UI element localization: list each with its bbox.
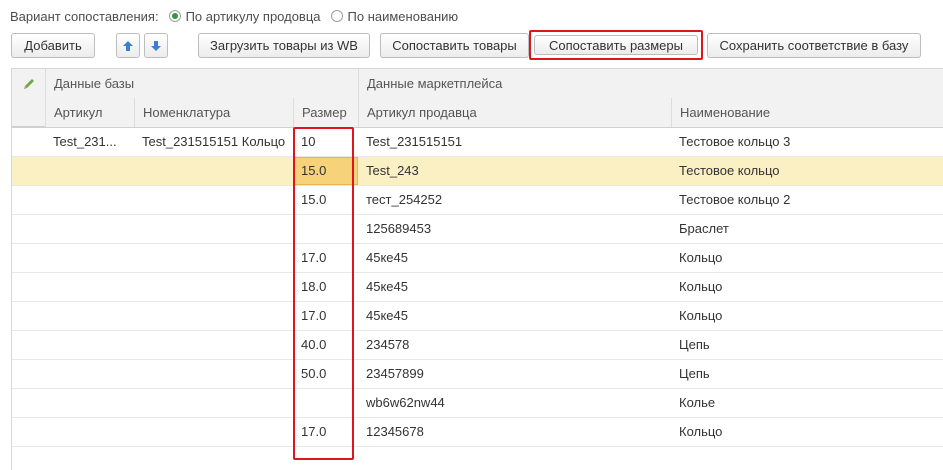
table-row[interactable]: Test_231... Test_231515151 Кольцо 10 Test_2… <box>12 128 943 157</box>
column-header-seller-article[interactable]: Артикул продавца <box>358 98 671 127</box>
cell-article[interactable] <box>45 186 134 214</box>
cell-article[interactable] <box>45 331 134 359</box>
cell-article[interactable]: Test_231... <box>45 128 134 156</box>
radio-by-name[interactable]: По наименованию <box>330 8 459 24</box>
arrow-up-icon <box>123 40 133 51</box>
cell-nomenclature[interactable] <box>134 302 293 330</box>
column-header-size[interactable]: Размер <box>293 98 358 127</box>
cell-nomenclature[interactable] <box>134 215 293 243</box>
column-header-row: Артикул Номенклатура Размер Артикул прод… <box>12 98 943 128</box>
match-goods-button[interactable]: Сопоставить товары <box>380 33 529 58</box>
cell-name[interactable]: Кольцо <box>671 302 943 330</box>
table-body: Test_231... Test_231515151 Кольцо 10 Test_2… <box>12 128 943 447</box>
cell-seller-article[interactable]: Test_243 <box>358 157 671 185</box>
cell-size[interactable]: 50.0 <box>293 360 358 388</box>
match-variant-group: Вариант сопоставления: По артикулу продо… <box>10 7 458 25</box>
radio-by-article-label: По артикулу продовца <box>185 8 321 24</box>
table-row[interactable]: 40.0 234578 Цепь <box>12 331 943 360</box>
cell-size[interactable]: 17.0 <box>293 244 358 272</box>
group-header-row: Данные базы Данные маркетплейса <box>12 69 943 99</box>
cell-name[interactable]: Браслет <box>671 215 943 243</box>
cell-nomenclature[interactable] <box>134 389 293 417</box>
cell-seller-article[interactable]: 45ке45 <box>358 244 671 272</box>
cell-size[interactable]: 17.0 <box>293 302 358 330</box>
cell-seller-article[interactable]: тест_254252 <box>358 186 671 214</box>
cell-name[interactable]: Тестовое кольцо 3 <box>671 128 943 156</box>
cell-name[interactable]: Колье <box>671 389 943 417</box>
column-header-name[interactable]: Наименование <box>671 98 943 127</box>
edit-column-header <box>12 69 45 127</box>
column-header-article[interactable]: Артикул <box>45 98 134 127</box>
table-row[interactable]: 17.0 45ке45 Кольцо <box>12 302 943 331</box>
cell-size[interactable] <box>293 215 358 243</box>
cell-article[interactable] <box>45 157 134 185</box>
save-match-button[interactable]: Сохранить соответствие в базу <box>707 33 921 58</box>
table-row[interactable]: 15.0 тест_254252 Тестовое кольцо 2 <box>12 186 943 215</box>
cell-size[interactable]: 10 <box>293 128 358 156</box>
load-wb-goods-button[interactable]: Загрузить товары из WB <box>198 33 370 58</box>
cell-name[interactable]: Кольцо <box>671 244 943 272</box>
table-row[interactable]: 17.0 45ке45 Кольцо <box>12 244 943 273</box>
table-row[interactable]: 125689453 Браслет <box>12 215 943 244</box>
cell-article[interactable] <box>45 215 134 243</box>
radio-button-checked[interactable] <box>168 10 181 22</box>
cell-seller-article[interactable]: Test_231515151 <box>358 128 671 156</box>
match-variant-label: Вариант сопоставления: <box>10 8 159 24</box>
cell-name[interactable]: Кольцо <box>671 273 943 301</box>
move-up-button[interactable] <box>116 33 140 58</box>
table-row[interactable]: 15.0 Test_243 Тестовое кольцо <box>12 157 943 186</box>
radio-by-article[interactable]: По артикулу продовца <box>168 8 321 24</box>
cell-seller-article[interactable]: 234578 <box>358 331 671 359</box>
table-row[interactable]: 17.0 12345678 Кольцо <box>12 418 943 447</box>
cell-size[interactable]: 18.0 <box>293 273 358 301</box>
cell-seller-article[interactable]: 23457899 <box>358 360 671 388</box>
cell-article[interactable] <box>45 273 134 301</box>
group-header-marketplace: Данные маркетплейса <box>358 69 943 98</box>
cell-nomenclature[interactable] <box>134 157 293 185</box>
cell-seller-article[interactable]: 45ке45 <box>358 273 671 301</box>
match-sizes-button[interactable]: Сопоставить размеры <box>534 35 698 55</box>
table-row[interactable]: 50.0 23457899 Цепь <box>12 360 943 389</box>
cell-article[interactable] <box>45 389 134 417</box>
cell-size[interactable]: 15.0 <box>293 157 358 185</box>
match-sizes-highlight: Сопоставить размеры <box>529 30 703 60</box>
cell-article[interactable] <box>45 244 134 272</box>
cell-size[interactable]: 40.0 <box>293 331 358 359</box>
cell-nomenclature[interactable] <box>134 331 293 359</box>
cell-seller-article[interactable]: 45ке45 <box>358 302 671 330</box>
cell-nomenclature[interactable] <box>134 273 293 301</box>
table-row[interactable]: 18.0 45ке45 Кольцо <box>12 273 943 302</box>
cell-name[interactable]: Цепь <box>671 360 943 388</box>
matching-table: Данные базы Данные маркетплейса Артикул … <box>11 68 943 470</box>
cell-size[interactable]: 15.0 <box>293 186 358 214</box>
cell-nomenclature[interactable] <box>134 186 293 214</box>
cell-nomenclature[interactable] <box>134 418 293 446</box>
arrow-down-icon <box>151 40 161 51</box>
cell-article[interactable] <box>45 418 134 446</box>
cell-name[interactable]: Тестовое кольцо 2 <box>671 186 943 214</box>
column-header-nomenclature[interactable]: Номенклатура <box>134 98 293 127</box>
cell-size[interactable] <box>293 389 358 417</box>
cell-nomenclature[interactable]: Test_231515151 Кольцо <box>134 128 293 156</box>
radio-by-name-label: По наименованию <box>347 8 459 24</box>
table-row[interactable]: wb6w62nw44 Колье <box>12 389 943 418</box>
add-button[interactable]: Добавить <box>11 33 95 58</box>
group-header-base: Данные базы <box>45 69 358 98</box>
move-down-button[interactable] <box>144 33 168 58</box>
pencil-icon <box>23 78 34 89</box>
cell-seller-article[interactable]: 125689453 <box>358 215 671 243</box>
cell-nomenclature[interactable] <box>134 244 293 272</box>
cell-name[interactable]: Тестовое кольцо <box>671 157 943 185</box>
cell-name[interactable]: Кольцо <box>671 418 943 446</box>
cell-size[interactable]: 17.0 <box>293 418 358 446</box>
cell-article[interactable] <box>45 302 134 330</box>
cell-article[interactable] <box>45 360 134 388</box>
radio-button-unchecked[interactable] <box>330 10 343 22</box>
cell-name[interactable]: Цепь <box>671 331 943 359</box>
cell-nomenclature[interactable] <box>134 360 293 388</box>
cell-seller-article[interactable]: 12345678 <box>358 418 671 446</box>
cell-seller-article[interactable]: wb6w62nw44 <box>358 389 671 417</box>
